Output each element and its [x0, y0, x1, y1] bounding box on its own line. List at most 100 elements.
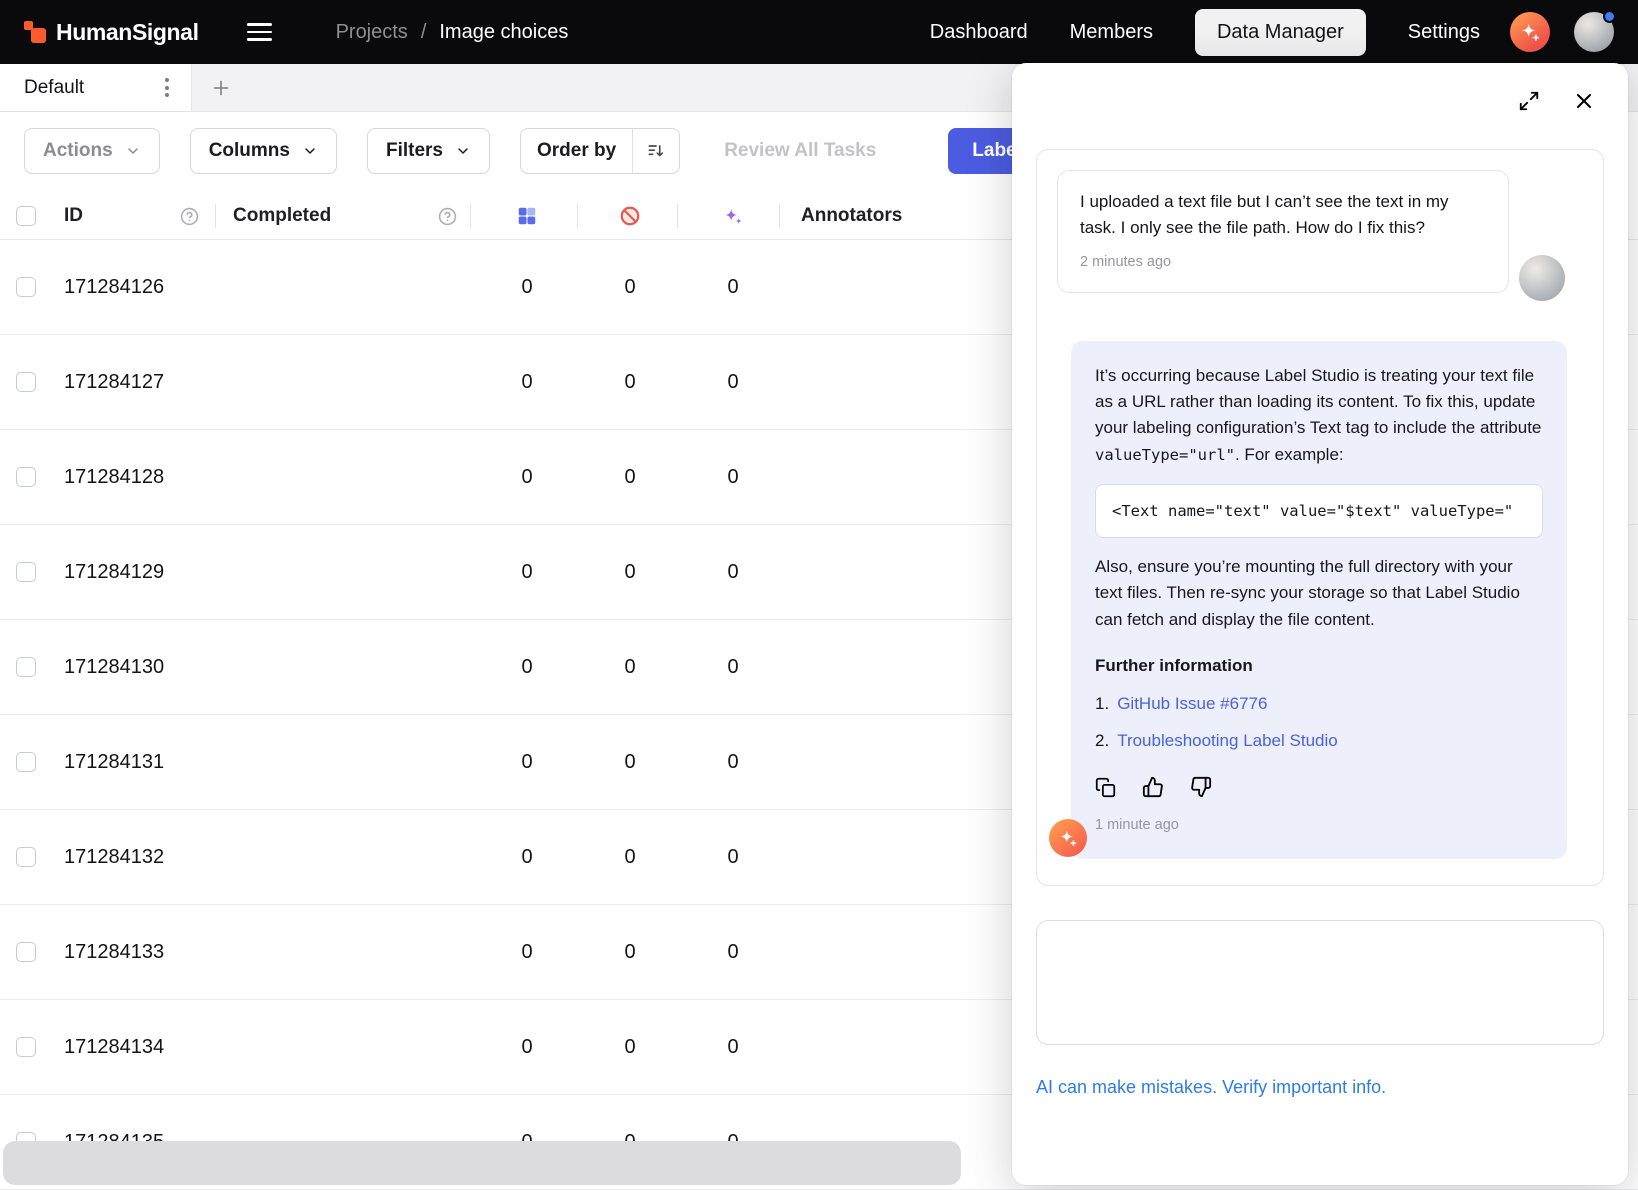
cell-cancelled-count: 0 — [610, 430, 650, 525]
columns-button[interactable]: Columns — [190, 128, 337, 174]
cell-task-id: 171284132 — [64, 810, 164, 905]
column-divider — [779, 204, 780, 228]
column-divider — [470, 204, 471, 228]
user-message-timestamp: 2 minutes ago — [1080, 252, 1486, 274]
ai-chat-panel: I uploaded a text file but I can’t see t… — [1012, 63, 1628, 1185]
chevron-down-icon — [302, 143, 318, 159]
close-panel-button[interactable] — [1572, 89, 1596, 113]
review-all-tasks-button[interactable]: Review All Tasks — [724, 140, 876, 162]
filters-button[interactable]: Filters — [367, 128, 490, 174]
row-checkbox[interactable] — [16, 277, 36, 297]
column-divider — [677, 204, 678, 228]
chat-input[interactable] — [1036, 920, 1604, 1045]
nav-data-manager[interactable]: Data Manager — [1195, 9, 1366, 56]
cell-cancelled-count: 0 — [610, 715, 650, 810]
brand-logo[interactable]: HumanSignal — [24, 19, 199, 46]
column-divider — [215, 204, 216, 228]
cell-task-id: 171284134 — [64, 1000, 164, 1095]
cell-cancelled-count: 0 — [610, 335, 650, 430]
reference-link-troubleshooting[interactable]: Troubleshooting Label Studio — [1117, 728, 1338, 754]
cell-cancelled-count: 0 — [610, 1000, 650, 1095]
thumbs-up-button[interactable] — [1142, 776, 1164, 798]
ai-message-avatar — [1049, 819, 1087, 857]
tab-menu-icon[interactable] — [157, 74, 177, 101]
tab-default[interactable]: Default — [0, 64, 192, 111]
conversation-area: I uploaded a text file but I can’t see t… — [1036, 149, 1604, 886]
order-by-button[interactable]: Order by — [520, 128, 680, 174]
row-checkbox[interactable] — [16, 467, 36, 487]
close-icon — [1572, 89, 1596, 113]
row-checkbox[interactable] — [16, 562, 36, 582]
reference-link-github-issue[interactable]: GitHub Issue #6776 — [1117, 691, 1267, 717]
sparkle-icon — [1519, 21, 1541, 43]
cell-annotations-count: 0 — [507, 905, 547, 1000]
thumbs-down-button[interactable] — [1190, 776, 1212, 798]
cell-cancelled-count: 0 — [610, 525, 650, 620]
ai-message-timestamp: 1 minute ago — [1095, 814, 1543, 836]
cell-predictions-count: 0 — [713, 715, 753, 810]
cell-cancelled-count: 0 — [610, 620, 650, 715]
user-message-bubble: I uploaded a text file but I can’t see t… — [1057, 170, 1509, 293]
column-divider — [577, 204, 578, 228]
brand-name: HumanSignal — [56, 19, 199, 46]
annotations-count-icon[interactable] — [516, 205, 538, 227]
cell-annotations-count: 0 — [507, 715, 547, 810]
row-checkbox[interactable] — [16, 372, 36, 392]
order-by-label: Order by — [521, 140, 632, 162]
help-icon[interactable] — [438, 207, 457, 226]
further-information-heading: Further information — [1095, 653, 1543, 679]
actions-button[interactable]: Actions — [24, 128, 160, 174]
nav-dashboard[interactable]: Dashboard — [930, 21, 1028, 44]
sort-icon — [633, 141, 679, 161]
cell-annotations-count: 0 — [507, 810, 547, 905]
row-checkbox[interactable] — [16, 752, 36, 772]
horizontal-scrollbar-thumb[interactable] — [3, 1141, 961, 1185]
expand-panel-button[interactable] — [1518, 89, 1540, 113]
chevron-down-icon — [125, 143, 141, 159]
chevron-down-icon — [455, 143, 471, 159]
ai-message-bubble: It’s occurring because Label Studio is t… — [1071, 341, 1567, 859]
breadcrumb-separator: / — [421, 21, 427, 44]
cell-predictions-count: 0 — [713, 620, 753, 715]
row-checkbox[interactable] — [16, 657, 36, 677]
ai-disclaimer-link[interactable]: AI can make mistakes. Verify important i… — [1036, 1077, 1386, 1098]
breadcrumb-current: Image choices — [439, 21, 568, 44]
user-avatar[interactable] — [1574, 12, 1614, 52]
top-navigation: HumanSignal Projects / Image choices Das… — [0, 0, 1638, 64]
cell-predictions-count: 0 — [713, 430, 753, 525]
cancelled-annotations-icon[interactable] — [619, 205, 641, 227]
ai-assistant-button[interactable] — [1510, 12, 1550, 52]
cell-task-id: 171284130 — [64, 620, 164, 715]
nav-members[interactable]: Members — [1070, 21, 1153, 44]
cell-task-id: 171284128 — [64, 430, 164, 525]
column-header-annotators[interactable]: Annotators — [801, 192, 902, 240]
cell-predictions-count: 0 — [713, 335, 753, 430]
copy-message-button[interactable] — [1095, 776, 1116, 798]
expand-icon — [1518, 90, 1540, 112]
row-checkbox[interactable] — [16, 1037, 36, 1057]
cell-cancelled-count: 0 — [610, 905, 650, 1000]
cell-task-id: 171284131 — [64, 715, 164, 810]
predictions-icon[interactable] — [722, 205, 744, 227]
select-all-checkbox[interactable] — [16, 206, 36, 226]
cell-predictions-count: 0 — [713, 1000, 753, 1095]
row-checkbox[interactable] — [16, 847, 36, 867]
breadcrumb-projects[interactable]: Projects — [336, 21, 408, 44]
cell-predictions-count: 0 — [713, 810, 753, 905]
column-header-completed[interactable]: Completed — [233, 192, 331, 240]
cell-annotations-count: 0 — [507, 620, 547, 715]
breadcrumb: Projects / Image choices — [336, 21, 569, 44]
hamburger-menu-icon[interactable] — [247, 23, 272, 41]
cell-task-id: 171284126 — [64, 240, 164, 335]
column-header-id[interactable]: ID — [64, 192, 83, 240]
reference-number: 1. — [1095, 691, 1109, 717]
notification-dot — [1603, 10, 1616, 23]
actions-label: Actions — [43, 140, 113, 162]
ai-message-followup: Also, ensure you’re mounting the full di… — [1095, 554, 1543, 633]
add-tab-button[interactable] — [192, 64, 250, 111]
help-icon[interactable] — [180, 207, 199, 226]
row-checkbox[interactable] — [16, 942, 36, 962]
inline-code: valueType="url" — [1095, 446, 1235, 464]
nav-settings[interactable]: Settings — [1408, 21, 1480, 44]
thumbs-down-icon — [1190, 776, 1212, 798]
